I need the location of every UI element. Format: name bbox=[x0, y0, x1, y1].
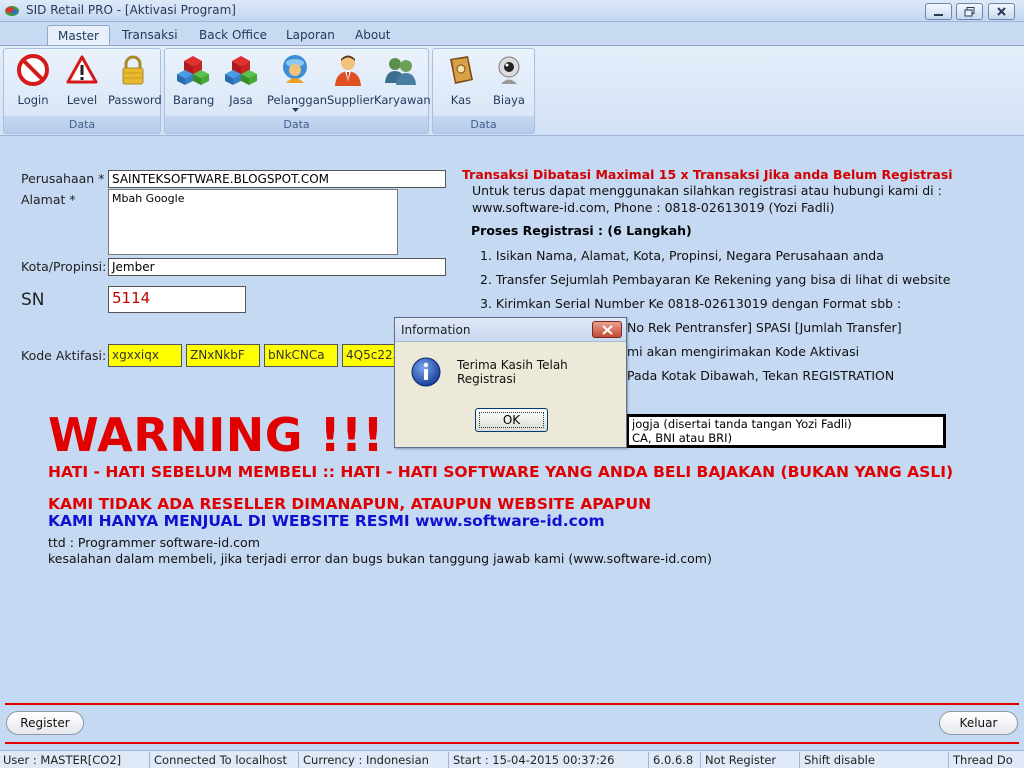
registration-step: mi akan mengirimakan Kode Aktivasi bbox=[627, 344, 860, 359]
ribbon-group-access: Login Level Password Data bbox=[3, 48, 162, 134]
kota-label: Kota/Propinsi: bbox=[21, 259, 107, 274]
tab-laporan[interactable]: Laporan bbox=[276, 25, 345, 46]
alamat-textarea[interactable]: Mbah Google bbox=[108, 189, 398, 255]
divider-bottom bbox=[5, 742, 1019, 744]
perusahaan-input[interactable]: SAINTEKSOFTWARE.BLOGSPOT.COM bbox=[108, 170, 446, 188]
dialog-title: Information bbox=[401, 323, 471, 337]
status-thread: Thread Do bbox=[953, 753, 1013, 767]
warning-line-2: KAMI TIDAK ADA RESELLER DIMANAPUN, ATAUP… bbox=[48, 495, 652, 513]
warning-title: WARNING !!! bbox=[48, 408, 385, 462]
group-label-data: Data bbox=[165, 116, 428, 133]
kode-aktifasi-label: Kode Aktifasi: bbox=[21, 348, 107, 363]
group-label-data: Data bbox=[4, 116, 160, 133]
dialog-message: Terima Kasih Telah Registrasi bbox=[457, 358, 568, 386]
bank-info-line: jogja (disertai tanda tangan Yozi Fadli) bbox=[632, 417, 852, 431]
group-label-data: Data bbox=[433, 116, 534, 133]
lock-icon bbox=[122, 55, 144, 85]
ribbon-group-finance: Kas Biaya Data bbox=[432, 48, 535, 134]
app-icon bbox=[5, 6, 19, 16]
karyawan-button[interactable]: Karyawan bbox=[374, 53, 431, 109]
businessman-icon bbox=[335, 55, 361, 86]
close-icon bbox=[997, 7, 1006, 16]
registration-step: 2. Transfer Sejumlah Pembayaran Ke Reken… bbox=[480, 272, 951, 287]
contact-line-2: www.software-id.com, Phone : 0818-026130… bbox=[472, 200, 835, 215]
customer-icon bbox=[283, 55, 307, 83]
status-currency: Currency : Indonesian bbox=[300, 752, 449, 768]
limit-notice: Transaksi Dibatasi Maximal 15 x Transaks… bbox=[462, 167, 953, 182]
register-button[interactable]: Register bbox=[6, 711, 84, 735]
pelanggan-button[interactable]: Pelanggan bbox=[267, 53, 327, 112]
ribbon-group-master-data: Barang Jasa Pelanggan Supplier Karyawan … bbox=[164, 48, 431, 134]
cubes-icon bbox=[225, 56, 257, 85]
bank-info-line: CA, BNI atau BRI) bbox=[632, 431, 733, 445]
perusahaan-label: Perusahaan * bbox=[21, 171, 105, 186]
login-button[interactable]: Login bbox=[13, 53, 53, 109]
dialog-close-button[interactable] bbox=[592, 321, 622, 338]
restore-button[interactable] bbox=[956, 3, 983, 20]
activation-code-1-input[interactable]: xgxxiqx bbox=[108, 344, 182, 367]
alamat-label: Alamat * bbox=[21, 192, 76, 207]
activation-code-2-input[interactable]: ZNxNkbF bbox=[186, 344, 260, 367]
status-version: 6.0.6.8 bbox=[650, 752, 701, 768]
status-registration: Not Register bbox=[702, 752, 800, 768]
info-icon bbox=[411, 357, 441, 387]
close-icon bbox=[602, 325, 613, 335]
status-bar: User : MASTER[CO2] Connected To localhos… bbox=[0, 750, 1024, 768]
minimize-icon bbox=[934, 14, 943, 16]
login-icon bbox=[17, 54, 49, 86]
registration-steps-title: Proses Registrasi : (6 Langkah) bbox=[471, 223, 692, 238]
cubes-icon bbox=[177, 56, 209, 85]
sn-label: SN bbox=[21, 290, 45, 310]
title-bar: SID Retail PRO - [Aktivasi Program] bbox=[0, 0, 1024, 22]
tab-about[interactable]: About bbox=[345, 25, 400, 46]
close-window-button[interactable] bbox=[988, 3, 1015, 20]
disclaimer-text: kesalahan dalam membeli, jika terjadi er… bbox=[48, 551, 712, 566]
warning-triangle-icon bbox=[66, 55, 98, 84]
status-start-time: Start : 15-04-2015 00:37:26 bbox=[450, 752, 649, 768]
activation-code-3-input[interactable]: bNkCNCa bbox=[264, 344, 338, 367]
status-user: User : MASTER[CO2] bbox=[0, 752, 150, 768]
restore-icon bbox=[964, 7, 975, 17]
ribbon-panel: Login Level Password Data Barang Jasa Pe… bbox=[0, 45, 1024, 136]
registration-step: No Rek Pentransfer] SPASI [Jumlah Transf… bbox=[627, 320, 902, 335]
ok-button[interactable]: OK bbox=[475, 408, 548, 432]
registration-step: Pada Kotak Dibawah, Tekan REGISTRATION bbox=[627, 368, 895, 383]
employees-icon bbox=[385, 58, 416, 85]
kota-input[interactable]: Jember bbox=[108, 258, 446, 276]
dialog-title-bar: Information bbox=[395, 318, 626, 342]
status-shift: Shift disable bbox=[801, 752, 949, 768]
barang-button[interactable]: Barang bbox=[173, 53, 214, 109]
tab-back-office[interactable]: Back Office bbox=[189, 25, 277, 46]
signature-text: ttd : Programmer software-id.com bbox=[48, 535, 260, 550]
warning-line-3: KAMI HANYA MENJUAL DI WEBSITE RESMI www.… bbox=[48, 512, 605, 530]
divider-top bbox=[5, 703, 1019, 705]
webcam-icon bbox=[498, 56, 520, 84]
biaya-button[interactable]: Biaya bbox=[488, 53, 530, 109]
information-dialog: Information Terima Kasih Telah Registras… bbox=[394, 317, 627, 448]
supplier-button[interactable]: Supplier bbox=[327, 53, 374, 109]
registration-step: 3. Kirimkan Serial Number Ke 0818-026130… bbox=[480, 296, 902, 311]
kas-button[interactable]: Kas bbox=[441, 53, 481, 109]
contact-line-1: Untuk terus dapat menggunakan silahkan r… bbox=[472, 183, 942, 198]
activation-code-4-input[interactable]: 4Q5c225 bbox=[342, 344, 398, 367]
registration-step: 1. Isikan Nama, Alamat, Kota, Propinsi, … bbox=[480, 248, 884, 263]
window-title: SID Retail PRO - [Aktivasi Program] bbox=[26, 3, 236, 17]
serial-number-input[interactable]: 5114 bbox=[108, 286, 246, 313]
status-connection: Connected To localhost bbox=[151, 752, 299, 768]
cash-book-icon bbox=[450, 56, 473, 84]
bank-info-box: jogja (disertai tanda tangan Yozi Fadli)… bbox=[626, 414, 946, 448]
jasa-button[interactable]: Jasa bbox=[221, 53, 261, 109]
keluar-button[interactable]: Keluar bbox=[939, 711, 1018, 735]
warning-line-1: HATI - HATI SEBELUM MEMBELI :: HATI - HA… bbox=[48, 463, 954, 481]
level-button[interactable]: Level bbox=[62, 53, 102, 109]
password-button[interactable]: Password bbox=[108, 53, 162, 109]
tab-master[interactable]: Master bbox=[47, 25, 110, 46]
tab-transaksi[interactable]: Transaksi bbox=[112, 25, 188, 46]
focus-rect bbox=[479, 412, 544, 428]
ribbon-tab-bar: Master Transaksi Back Office Laporan Abo… bbox=[0, 22, 1024, 46]
chevron-down-icon bbox=[291, 108, 299, 112]
minimize-button[interactable] bbox=[925, 3, 952, 20]
